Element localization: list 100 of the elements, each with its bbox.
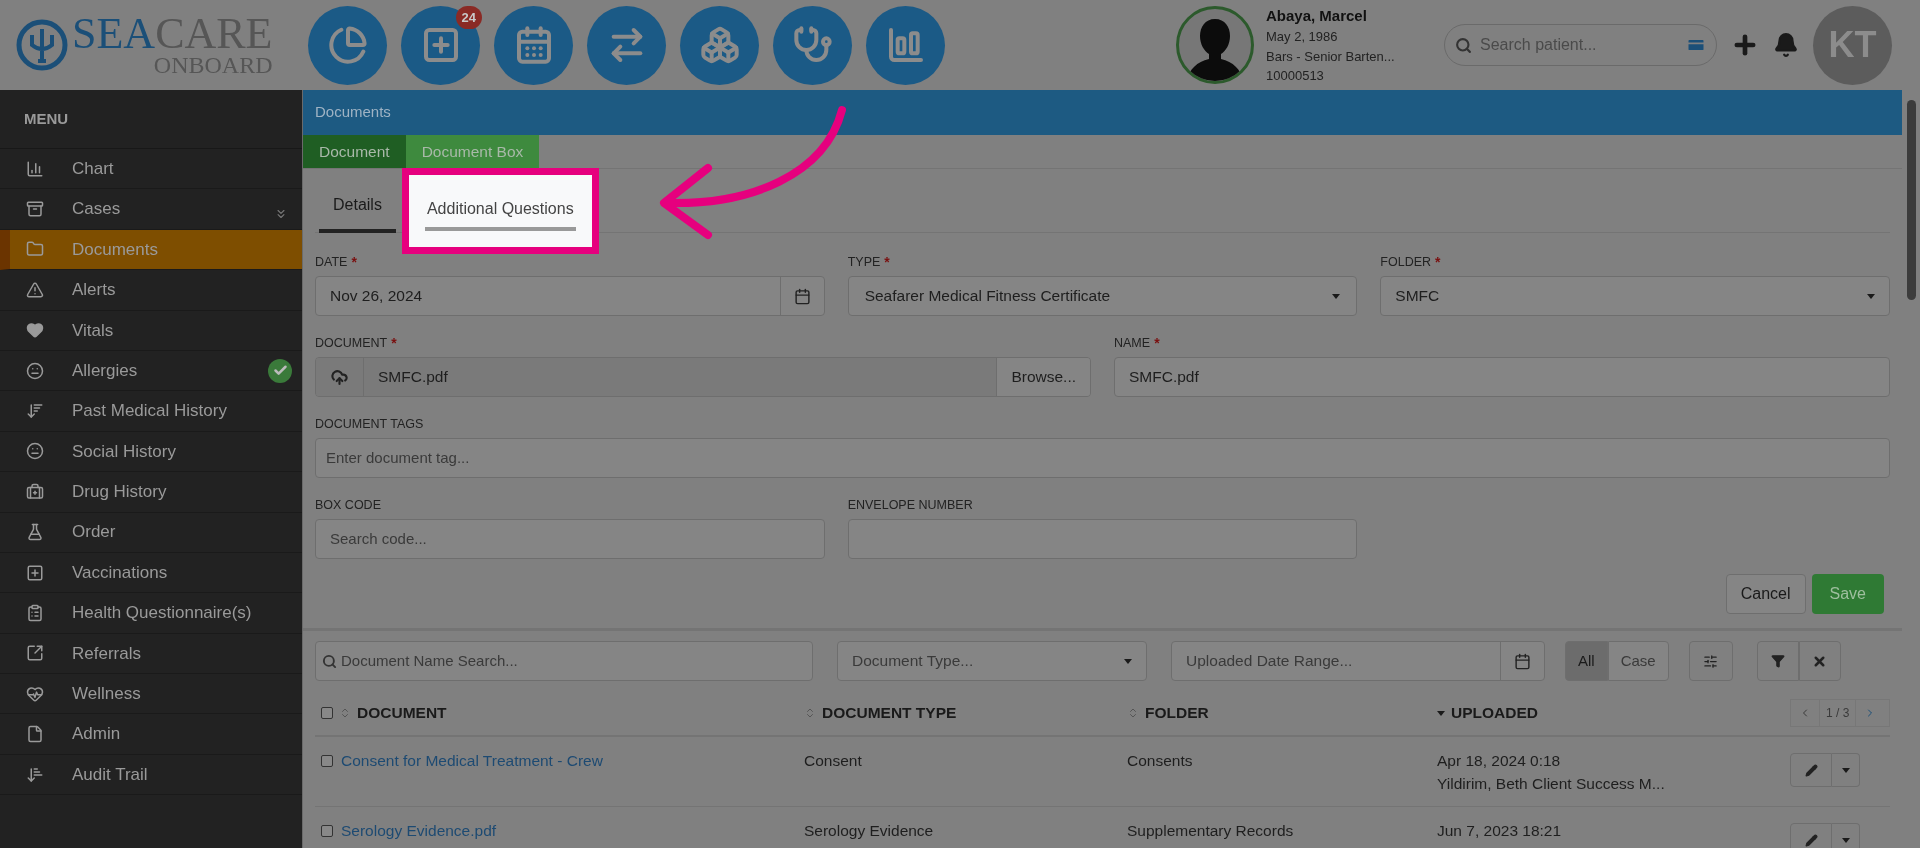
tab[interactable]: Additional Questions — [424, 191, 576, 231]
document-link[interactable]: Serology Evidence.pdf — [341, 819, 497, 843]
calendar-icon — [793, 287, 811, 305]
table-cell-text: Jun 7, 2023 18:21 — [1437, 821, 1563, 841]
sorted-list-icon — [26, 402, 44, 421]
heart-icon — [26, 321, 44, 340]
table-cell-text: Serology Evidence — [803, 821, 935, 841]
folder-select[interactable]: SMFC — [1380, 276, 1890, 316]
filter-icon — [1770, 654, 1785, 668]
logo-title: CARE — [155, 13, 273, 55]
sorted-list-icon — [26, 765, 44, 784]
calendar-icon[interactable] — [1514, 652, 1531, 670]
sidebar-item[interactable]: Cases — [0, 189, 302, 230]
page-title: Documents — [315, 102, 391, 123]
toolbar-button[interactable]: 24 — [401, 5, 480, 85]
table-cell-text: Supplementary Records — [1126, 821, 1295, 841]
search-icon — [1455, 36, 1472, 54]
tags-field[interactable]: Enter document tag... — [315, 438, 1890, 478]
table-cell-text: Consents — [1126, 751, 1194, 771]
column-header[interactable]: UPLOADED — [1451, 701, 1538, 725]
sidebar-item[interactable]: Audit Trail — [0, 754, 302, 796]
sidebar-item[interactable]: Allergies — [0, 350, 302, 392]
share-icon — [26, 644, 44, 663]
document-link[interactable]: Consent for Medical Treatment - Crew — [341, 749, 603, 773]
type-select[interactable]: Seafarer Medical Fitness Certificate — [847, 276, 1358, 316]
clipboard-icon — [26, 604, 44, 622]
table-cell-text: Yildirim, Beth Client Success M... — [1437, 774, 1666, 795]
tab[interactable]: Document — [303, 135, 406, 168]
tab[interactable]: Details — [319, 181, 396, 233]
sidebar-item[interactable]: Documents — [0, 229, 302, 271]
row-menu-button[interactable] — [1832, 823, 1860, 848]
sidebar-item[interactable]: Social History — [0, 431, 302, 473]
search-placeholder: Document Name Search... — [341, 650, 518, 671]
field-label: DATE — [315, 253, 348, 271]
trident-logo-icon — [16, 19, 68, 71]
checkbox[interactable] — [321, 707, 333, 719]
plus-icon — [26, 563, 44, 582]
edit-button[interactable] — [1790, 753, 1832, 787]
required-marker: * — [351, 255, 357, 269]
warning-icon — [26, 280, 44, 299]
notification-badge: 24 — [455, 5, 482, 29]
edit-button[interactable] — [1790, 823, 1832, 848]
field-label: BOX CODE — [315, 496, 381, 514]
pencil-icon — [1804, 833, 1818, 847]
sidebar-item[interactable]: Admin — [0, 714, 302, 755]
sidebar-item[interactable]: Chart — [0, 149, 302, 190]
archive-icon — [26, 200, 44, 219]
caret-icon — [1841, 837, 1850, 843]
caret-icon — [1841, 767, 1850, 773]
sidebar-item[interactable]: Health Questionnaire(s) — [0, 593, 302, 634]
face-icon — [26, 361, 44, 380]
patient-name: Abaya, Marcel — [1266, 5, 1368, 26]
filter-button[interactable] — [1756, 641, 1799, 681]
required-marker: * — [1154, 336, 1160, 350]
field-label: ENVELOPE NUMBER — [847, 496, 973, 514]
table-cell-text: Apr 18, 2024 0:18 — [1437, 751, 1562, 771]
cancel-button[interactable]: Cancel — [1725, 574, 1806, 614]
notifications-icon[interactable] — [1773, 32, 1799, 58]
save-button[interactable]: Save — [1811, 574, 1884, 614]
sidebar-item[interactable]: Wellness — [0, 674, 302, 715]
sidebar-item[interactable]: Past Medical History — [0, 391, 302, 432]
patient-dob: May 2, 1986 — [1266, 28, 1339, 46]
sidebar-item[interactable]: Referrals — [0, 633, 302, 675]
patient-role: Bars - Senior Barten... — [1266, 47, 1396, 66]
sidebar-item[interactable]: Drug History — [0, 472, 302, 513]
sliders-icon — [1703, 653, 1719, 669]
box-code-field[interactable]: Search code... — [315, 519, 825, 559]
medical-kit-icon — [26, 482, 44, 501]
column-header[interactable]: DOCUMENT — [357, 701, 447, 725]
checkbox[interactable] — [321, 754, 333, 767]
required-marker: * — [1435, 255, 1441, 269]
sidebar-item[interactable]: Alerts — [0, 270, 302, 311]
document-type-select[interactable]: Document Type... — [837, 641, 1147, 681]
name-field[interactable]: SMFC.pdf — [1114, 357, 1890, 397]
field-label: DOCUMENT TAGS — [315, 415, 424, 433]
boxes-icon — [699, 25, 740, 65]
sidebar-item[interactable]: Vitals — [0, 310, 302, 351]
patient-id: 10000513 — [1266, 67, 1325, 85]
heartbeat-icon — [26, 684, 44, 703]
logo-title: SEA — [72, 13, 156, 55]
sidebar-item[interactable]: Order — [0, 512, 302, 553]
sidebar-item[interactable]: Vaccinations — [0, 552, 302, 594]
checkbox[interactable] — [321, 824, 333, 837]
caret-icon — [1867, 293, 1875, 299]
date-field[interactable]: Nov 26, 2024 — [315, 276, 825, 316]
clear-filter-button[interactable] — [1798, 641, 1841, 681]
pie-chart-icon — [327, 25, 368, 65]
column-header[interactable]: DOCUMENT TYPE — [822, 701, 957, 725]
menu-title: MENU — [24, 108, 69, 129]
scope-toggle[interactable]: Case — [1607, 641, 1669, 681]
field-label: NAME — [1114, 334, 1151, 352]
scope-toggle[interactable]: All — [1565, 641, 1608, 681]
field-label: DOCUMENT — [315, 334, 388, 352]
face-icon — [26, 442, 44, 461]
document-search-field[interactable]: Document Name Search... — [315, 641, 813, 681]
column-header[interactable]: FOLDER — [1145, 701, 1209, 725]
field-label: TYPE — [847, 253, 881, 271]
column-settings-button[interactable] — [1688, 641, 1733, 681]
row-menu-button[interactable] — [1832, 753, 1860, 787]
pencil-icon — [1804, 763, 1818, 777]
